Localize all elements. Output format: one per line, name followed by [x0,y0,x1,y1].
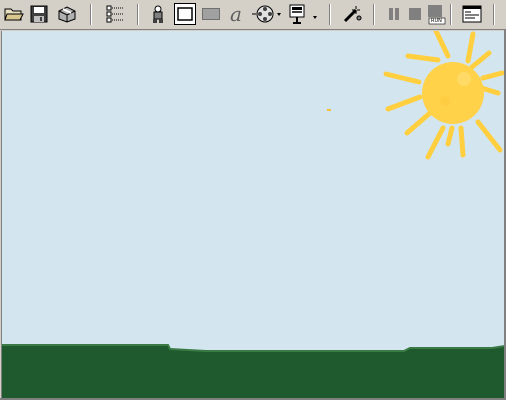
toolbar: a RUN [0,0,506,30]
scene-art [2,31,504,398]
svg-text:a: a [230,4,242,24]
toolbar-separator [137,4,139,25]
speck [327,109,331,111]
frame-rectangle-icon[interactable] [174,3,196,25]
toolbar-separator [373,4,375,25]
package-icon[interactable] [56,3,78,25]
grass-ground [2,345,504,398]
open-folder-icon[interactable] [3,3,25,25]
tree-view-icon[interactable] [104,3,126,25]
filled-rectangle-icon[interactable] [200,3,222,25]
toolbar-separator [329,4,331,25]
toolbar-separator [493,4,495,25]
save-disk-icon[interactable] [28,3,50,25]
magic-wand-icon[interactable] [341,3,363,25]
toolbar-separator [90,4,92,25]
stop-icon[interactable] [404,3,426,25]
actor-stack-icon[interactable] [287,3,321,25]
sprite-character-icon[interactable] [147,3,169,25]
run-label: RUN [431,18,442,24]
text-tool-icon[interactable]: a [226,3,248,25]
pause-icon[interactable] [383,3,405,25]
run-icon[interactable]: RUN [425,3,447,25]
scene-canvas[interactable] [1,31,504,398]
sun [422,62,484,124]
film-reel-icon[interactable] [251,3,285,25]
toolbar-separator [450,4,452,25]
window-preview-icon[interactable] [461,3,483,25]
